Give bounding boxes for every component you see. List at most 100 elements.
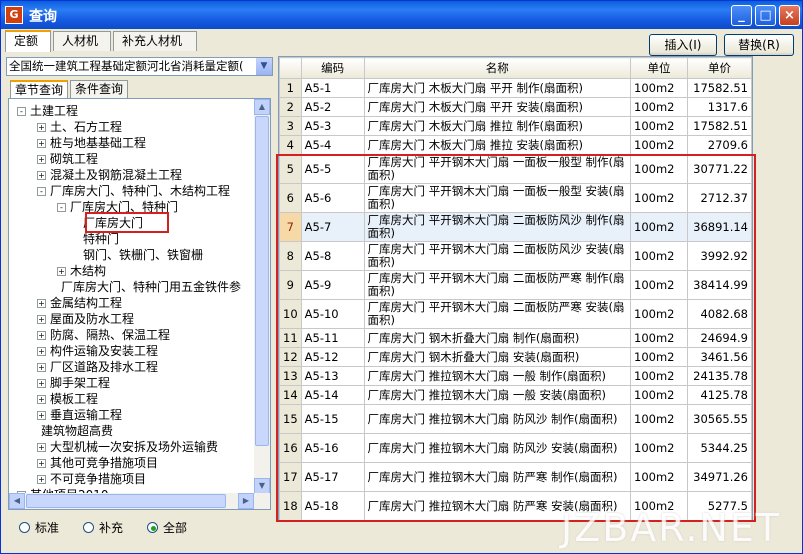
tree-node[interactable]: 钢门、铁栅门、铁窗栅 (79, 247, 203, 263)
expand-icon[interactable]: + (37, 347, 46, 356)
tree-node[interactable]: + 混凝土及钢筋混凝土工程 (37, 167, 182, 183)
expand-icon[interactable]: + (37, 379, 46, 388)
tree-horizontal-scrollbar[interactable]: ◀ ▶ (9, 493, 270, 509)
column-header-code[interactable]: 编码 (300, 57, 365, 79)
table-row[interactable]: 6 A5-6 厂库房大门 平开钢木大门扇 一面板一般型 安装(扇面积) 100m2 27… (279, 183, 752, 213)
radio-all[interactable]: 全部 (147, 521, 187, 535)
expand-icon[interactable]: + (37, 363, 46, 372)
column-header-name[interactable]: 名称 (363, 57, 632, 79)
table-row[interactable]: 10 A5-10 厂库房大门 平开钢木大门扇 二面板防严寒 安装(扇面积) 100m2… (279, 299, 752, 329)
table-row[interactable]: 14 A5-14 厂库房大门 推拉钢木大门扇 一般 安装(扇面积) 100m2 4125… (279, 385, 752, 405)
tab-supplement-material[interactable]: 补充人材机 (113, 31, 197, 51)
scroll-up-icon[interactable]: ▲ (254, 99, 270, 115)
expand-icon[interactable]: + (37, 315, 46, 324)
table-row[interactable]: 7 A5-7 厂库房大门 平开钢木大门扇 二面板防风沙 制作(扇面积) 100m2 36… (279, 212, 752, 242)
quota-library-select[interactable]: 全国统一建筑工程基础定额河北省消耗量定额( ▼ (6, 57, 273, 76)
cell-price: 24694.9 (686, 328, 752, 348)
tree-node[interactable]: + 脚手架工程 (37, 375, 110, 391)
table-row[interactable]: 9 A5-9 厂库房大门 平开钢木大门扇 二面板防严寒 制作(扇面积) 100m2 38… (279, 270, 752, 300)
table-row[interactable]: 12 A5-12 厂库房大门 钢木折叠大门扇 安装(扇面积) 100m2 3461.56 (279, 347, 752, 367)
tab-quota[interactable]: 定额 (5, 30, 51, 52)
radio-standard[interactable]: 标准 (19, 521, 59, 535)
cell-name: 厂库房大门 平开钢木大门扇 二面板防严寒 安装(扇面积) (363, 299, 632, 329)
tree-node[interactable]: + 防腐、隔热、保温工程 (37, 327, 170, 343)
expand-icon[interactable]: + (37, 139, 46, 148)
insert-button[interactable]: 插入(I) (649, 34, 717, 56)
scroll-left-icon[interactable]: ◀ (9, 493, 25, 509)
expand-icon[interactable]: + (37, 395, 46, 404)
expand-icon[interactable]: + (37, 155, 46, 164)
tree-node[interactable]: + 屋面及防水工程 (37, 311, 134, 327)
tree-node-label: 防腐、隔热、保温工程 (50, 328, 171, 342)
table-row[interactable]: 1 A5-1 厂库房大门 木板大门扇 平开 制作(扇面积) 100m2 17582.51 (279, 78, 752, 98)
tree-node[interactable]: + 模板工程 (37, 391, 98, 407)
expand-icon[interactable]: + (37, 123, 46, 132)
cell-unit: 100m2 (630, 347, 688, 367)
table-row[interactable]: 11 A5-11 厂库房大门 钢木折叠大门扇 制作(扇面积) 100m2 24694.9 (279, 328, 752, 348)
tree-node[interactable]: + 大型机械一次安拆及场外运输费 (37, 439, 218, 455)
collapse-icon[interactable]: - (17, 107, 26, 116)
table-row[interactable]: 15 A5-15 厂库房大门 推拉钢木大门扇 防风沙 制作(扇面积) 100m2 305… (279, 404, 752, 434)
maximize-button[interactable]: □ (755, 5, 776, 26)
replace-button[interactable]: 替换(R) (724, 34, 794, 56)
column-header-unit[interactable]: 单位 (630, 57, 688, 79)
tree-node[interactable]: - 土建工程 (17, 103, 78, 119)
tree-node[interactable]: - 厂库房大门、特种门、木结构工程 (37, 183, 230, 199)
minimize-button[interactable]: _ (731, 5, 752, 26)
tree-node[interactable]: + 土、石方工程 (37, 119, 122, 135)
tree-node[interactable]: + 构件运输及安装工程 (37, 343, 158, 359)
expand-icon[interactable]: + (37, 411, 46, 420)
expand-icon[interactable]: + (37, 331, 46, 340)
cell-price: 4125.78 (686, 385, 752, 405)
tree-node[interactable]: + 不可竞争措施项目 (37, 471, 146, 487)
expand-icon[interactable]: + (57, 267, 66, 276)
tree-node[interactable]: + 其他可竞争措施项目 (37, 455, 158, 471)
table-row[interactable]: 5 A5-5 厂库房大门 平开钢木大门扇 一面板一般型 制作(扇面积) 100m2 30… (279, 154, 752, 184)
scroll-right-icon[interactable]: ▶ (238, 493, 254, 509)
vertical-scroll-thumb[interactable] (255, 116, 269, 446)
tree-node[interactable]: + 木结构 (57, 263, 106, 279)
tab-condition-query[interactable]: 条件查询 (70, 80, 128, 98)
expand-icon[interactable]: + (37, 475, 46, 484)
table-row[interactable]: 8 A5-8 厂库房大门 平开钢木大门扇 二面板防风沙 安装(扇面积) 100m2 39… (279, 241, 752, 271)
table-row[interactable]: 17 A5-17 厂库房大门 推拉钢木大门扇 防严寒 制作(扇面积) 100m2 349… (279, 462, 752, 492)
cell-code: A5-9 (300, 270, 365, 300)
table-row[interactable]: 2 A5-2 厂库房大门 木板大门扇 平开 安装(扇面积) 100m2 1317.6 (279, 97, 752, 117)
collapse-icon[interactable]: - (37, 187, 46, 196)
table-row[interactable]: 16 A5-16 厂库房大门 推拉钢木大门扇 防风沙 安装(扇面积) 100m2 534… (279, 433, 752, 463)
scroll-down-icon[interactable]: ▼ (254, 478, 270, 494)
expand-icon[interactable]: + (37, 459, 46, 468)
tab-labor-material-machine[interactable]: 人材机 (53, 31, 111, 51)
tree-node[interactable]: 厂库房大门、特种门用五金铁件参 (57, 279, 241, 295)
table-row[interactable]: 3 A5-3 厂库房大门 木板大门扇 推拉 制作(扇面积) 100m2 17582.51 (279, 116, 752, 136)
tree-node[interactable]: + 厂区道路及排水工程 (37, 359, 158, 375)
tree-node[interactable]: + 金属结构工程 (37, 295, 122, 311)
expand-icon[interactable]: + (37, 171, 46, 180)
cell-name: 厂库房大门 钢木折叠大门扇 安装(扇面积) (363, 347, 632, 367)
radio-supplement[interactable]: 补充 (83, 521, 123, 535)
row-number: 10 (279, 299, 302, 329)
close-button[interactable]: × (779, 5, 800, 26)
table-row[interactable]: 4 A5-4 厂库房大门 木板大门扇 推拉 安装(扇面积) 100m2 2709.6 (279, 135, 752, 155)
tree-node[interactable]: + 垂直运输工程 (37, 407, 122, 423)
tree-vertical-scrollbar[interactable]: ▲ ▼ (254, 99, 270, 494)
table-row[interactable]: 13 A5-13 厂库房大门 推拉钢木大门扇 一般 制作(扇面积) 100m2 2413… (279, 366, 752, 386)
expand-icon[interactable]: + (37, 443, 46, 452)
quota-grid[interactable]: 编码 名称 单位 单价 1 A5-1 厂库房大门 木板大门扇 平开 制作(扇面积) 1… (278, 56, 753, 522)
expand-icon[interactable]: + (37, 299, 46, 308)
chapter-tree[interactable]: - 土建工程 + 土、石方工程 + 桩与地基基础工程 + 砌筑工程 + 混凝土及钢筋混凝土工程 - 厂… (8, 98, 271, 510)
chevron-down-icon[interactable]: ▼ (256, 58, 272, 75)
tab-chapter-query[interactable]: 章节查询 (10, 80, 68, 98)
tree-node[interactable]: + 桩与地基基础工程 (37, 135, 146, 151)
column-header-price[interactable]: 单价 (686, 57, 752, 79)
tree-node-label: 钢门、铁栅门、铁窗栅 (83, 248, 204, 262)
title-bar[interactable]: G 查询 _ □ × (1, 1, 802, 29)
cell-code: A5-1 (300, 78, 365, 98)
tree-node[interactable]: 特种门 (79, 231, 119, 247)
tree-node[interactable]: 建筑物超高费 (37, 423, 113, 439)
horizontal-scroll-thumb[interactable] (26, 494, 226, 508)
tree-node-label: 构件运输及安装工程 (50, 344, 159, 358)
collapse-icon[interactable]: - (57, 203, 66, 212)
cell-name: 厂库房大门 推拉钢木大门扇 一般 制作(扇面积) (363, 366, 632, 386)
tree-node[interactable]: + 砌筑工程 (37, 151, 98, 167)
